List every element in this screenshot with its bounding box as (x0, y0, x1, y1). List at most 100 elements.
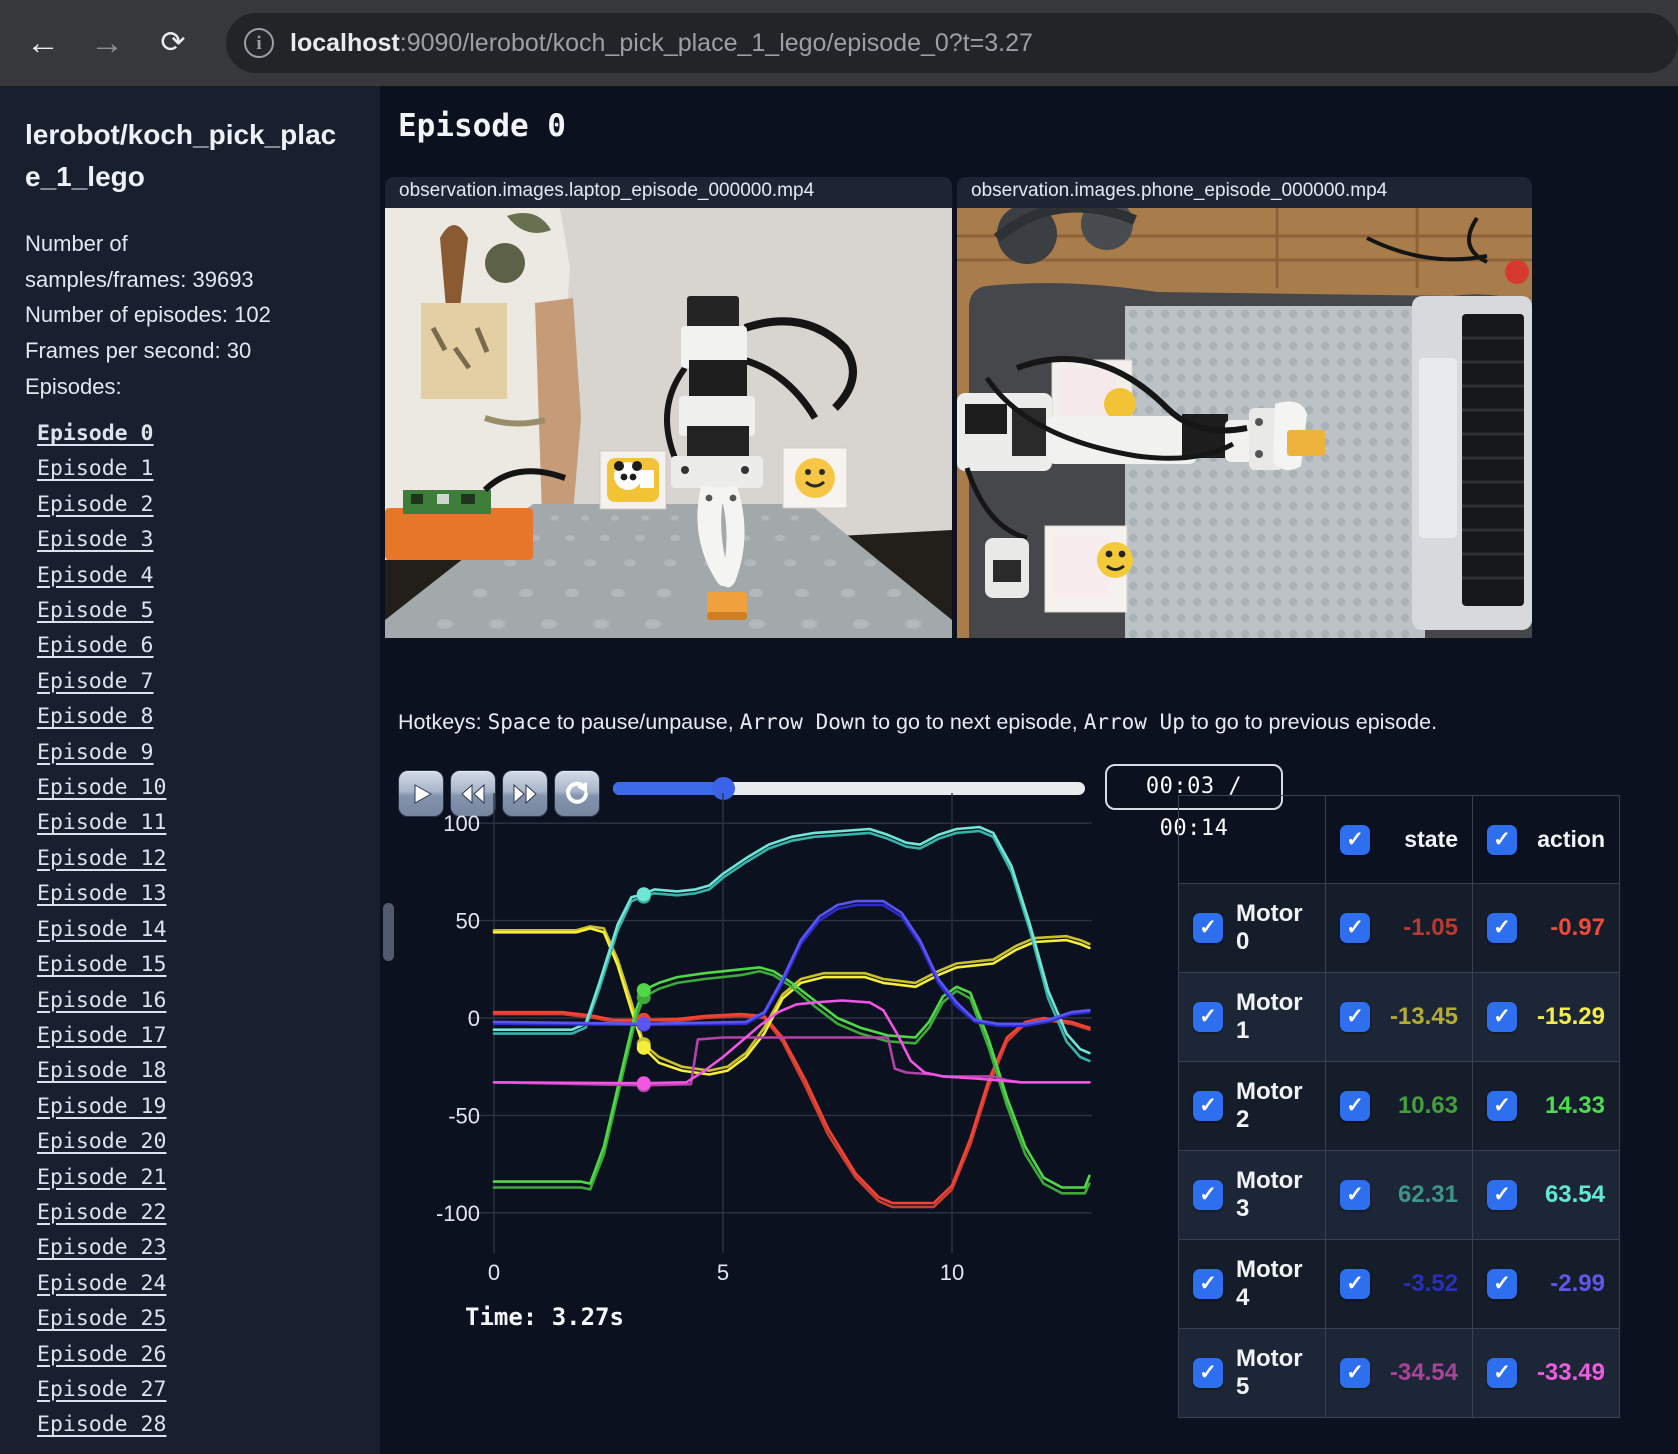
action-checkbox[interactable]: ✓ (1487, 913, 1517, 943)
episode-link[interactable]: Episode 20 (37, 1124, 166, 1159)
series-line (492, 999, 1091, 1085)
video-card-phone: observation.images.phone_episode_000000.… (957, 177, 1532, 638)
cursor-marker (636, 1076, 651, 1091)
video-player-phone[interactable] (957, 208, 1532, 638)
action-value: 14.33 (1544, 1092, 1605, 1119)
hotkey-text: to pause/unpause, (550, 710, 740, 734)
episode-link[interactable]: Episode 27 (37, 1372, 166, 1407)
series-line (492, 1012, 1091, 1209)
cursor-marker (636, 1016, 651, 1031)
header-empty-cell (1178, 795, 1326, 884)
episode-link[interactable]: Episode 12 (37, 841, 166, 876)
motor-checkbox[interactable]: ✓ (1193, 1091, 1223, 1121)
episode-link[interactable]: Episode 19 (37, 1089, 166, 1124)
action-checkbox[interactable]: ✓ (1487, 1358, 1517, 1388)
info-fps: Frames per second: 30 (25, 337, 252, 363)
orange-brick (707, 592, 747, 620)
state-checkbox[interactable]: ✓ (1340, 913, 1370, 943)
episode-link[interactable]: Episode 9 (37, 735, 166, 770)
motor-row: ✓ Motor 0 ✓ -1.05 ✓ -0.97 (1178, 883, 1620, 973)
state-all-checkbox[interactable]: ✓ (1340, 824, 1370, 855)
episode-link[interactable]: Episode 2 (37, 487, 166, 522)
episode-link[interactable]: Episode 1 (37, 451, 166, 486)
episode-link[interactable]: Episode 5 (37, 593, 166, 628)
address-bar[interactable]: i localhost:9090/lerobot/koch_pick_place… (226, 13, 1678, 73)
motor-checkbox[interactable]: ✓ (1193, 1269, 1223, 1299)
episode-link[interactable]: Episode 6 (37, 628, 166, 663)
motor-label: Motor 4 (1236, 1256, 1303, 1311)
episode-link[interactable]: Episode 0 (37, 416, 166, 451)
episode-link[interactable]: Episode 14 (37, 912, 166, 947)
chart-time-label: Time: 3.27s (465, 1303, 624, 1331)
motor-chart[interactable]: 100 50 0 -50 -100 0 5 10 Time: 3.27s (380, 785, 1110, 1355)
episode-link[interactable]: Episode 11 (37, 805, 166, 840)
motor-checkbox[interactable]: ✓ (1193, 1358, 1223, 1388)
action-checkbox[interactable]: ✓ (1487, 1091, 1517, 1121)
state-checkbox[interactable]: ✓ (1340, 1002, 1370, 1032)
action-value: -0.97 (1550, 914, 1605, 941)
action-checkbox[interactable]: ✓ (1487, 1002, 1517, 1032)
reload-icon[interactable]: ⟳ (148, 18, 198, 68)
motor-row: ✓ Motor 5 ✓ -34.54 ✓ -33.49 (1178, 1328, 1620, 1418)
episode-link[interactable]: Episode 24 (37, 1266, 166, 1301)
episode-link[interactable]: Episode 7 (37, 664, 166, 699)
video-card-laptop: observation.images.laptop_episode_000000… (385, 177, 952, 638)
episode-link[interactable]: Episode 10 (37, 770, 166, 805)
state-checkbox[interactable]: ✓ (1340, 1091, 1370, 1121)
state-header-label: state (1404, 826, 1458, 852)
video-title-phone: observation.images.phone_episode_000000.… (957, 177, 1532, 208)
video-player-laptop[interactable] (385, 208, 952, 638)
sidebar: lerobot/koch_pick_place_1_lego Number of… (0, 86, 380, 1454)
forward-icon[interactable]: → (82, 18, 132, 68)
motor-row: ✓ Motor 4 ✓ -3.52 ✓ -2.99 (1178, 1239, 1620, 1329)
episode-link[interactable]: Episode 25 (37, 1301, 166, 1336)
cursor-marker (636, 887, 651, 902)
episode-link[interactable]: Episode 18 (37, 1053, 166, 1088)
url-text[interactable]: localhost:9090/lerobot/koch_pick_place_1… (290, 29, 1033, 58)
episode-link[interactable]: Episode 23 (37, 1230, 166, 1265)
episode-link[interactable]: Episode 3 (37, 522, 166, 557)
action-checkbox[interactable]: ✓ (1487, 1269, 1517, 1299)
episode-link[interactable]: Episode 16 (37, 983, 166, 1018)
episode-link[interactable]: Episode 22 (37, 1195, 166, 1230)
hotkey-key: Arrow Down (739, 710, 867, 734)
header-state-cell: ✓ state (1325, 795, 1473, 884)
action-checkbox[interactable]: ✓ (1487, 1180, 1517, 1210)
episode-link[interactable]: Episode 17 (37, 1018, 166, 1053)
episode-link[interactable]: Episode 8 (37, 699, 166, 734)
state-checkbox[interactable]: ✓ (1340, 1358, 1370, 1388)
table-header-row: ✓ state ✓ action (1178, 795, 1620, 884)
info-episodes: Number of episodes: 102 (25, 302, 271, 328)
motor-checkbox[interactable]: ✓ (1193, 913, 1223, 943)
main-content: Episode 0 observation.images.laptop_epis… (380, 86, 1678, 1454)
hotkey-key: Space (487, 710, 551, 734)
episode-link[interactable]: Episode 15 (37, 947, 166, 982)
series-line (492, 925, 1091, 1072)
episodes-label: Episodes: (25, 373, 122, 399)
motor-label: Motor 1 (1236, 989, 1303, 1044)
episode-link[interactable]: Episode 13 (37, 876, 166, 911)
motor-checkbox[interactable]: ✓ (1193, 1002, 1223, 1032)
box-bottom-left (1044, 525, 1133, 613)
state-checkbox[interactable]: ✓ (1340, 1180, 1370, 1210)
page: ← → ⟳ i localhost:9090/lerobot/koch_pick… (0, 0, 1678, 1454)
action-all-checkbox[interactable]: ✓ (1487, 824, 1517, 855)
episode-link[interactable]: Episode 26 (37, 1337, 166, 1372)
episode-link[interactable]: Episode 4 (37, 558, 166, 593)
motor-row: ✓ Motor 2 ✓ 10.63 ✓ 14.33 (1178, 1061, 1620, 1151)
panda-box (599, 450, 667, 510)
episode-link[interactable]: Episode 28 (37, 1407, 166, 1442)
page-title: Episode 0 (398, 108, 566, 144)
site-info-icon[interactable]: i (244, 28, 274, 58)
dataset-info: Number of samples/frames: 39693 Number o… (25, 226, 293, 404)
series-line (492, 1010, 1091, 1205)
action-value: -33.49 (1536, 1359, 1605, 1386)
state-checkbox[interactable]: ✓ (1340, 1269, 1370, 1299)
back-icon[interactable]: ← (18, 18, 68, 68)
episode-link[interactable]: Episode 21 (37, 1160, 166, 1195)
motor-label: Motor 2 (1236, 1078, 1303, 1133)
header-action-cell: ✓ action (1472, 795, 1620, 884)
smiley-box (782, 447, 848, 509)
leader-arm-part (985, 538, 1029, 598)
motor-checkbox[interactable]: ✓ (1193, 1180, 1223, 1210)
